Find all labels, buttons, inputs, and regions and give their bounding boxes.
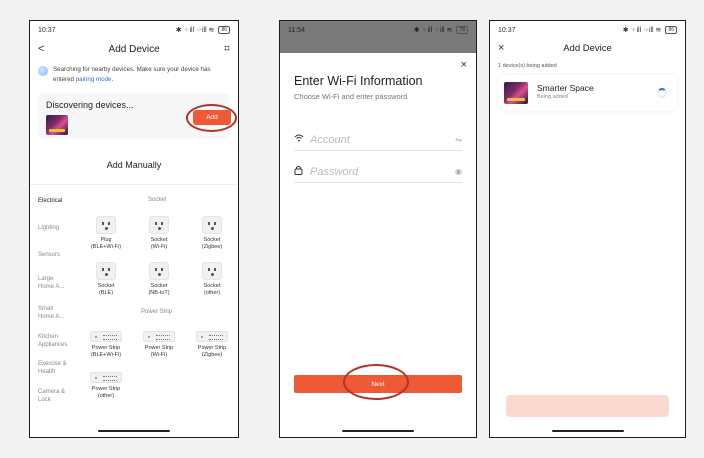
header: < Add Device ⌗ (30, 39, 238, 59)
close-icon[interactable]: × (461, 59, 467, 71)
socket-icon (149, 262, 169, 280)
sheet-title: Enter Wi-Fi Information (294, 74, 423, 88)
section-socket: Socket (148, 197, 167, 203)
pairing-mode-link[interactable]: pairing mode (76, 76, 112, 83)
phone-adding-device: 10:37 ✱ ⁘ill ⁘ill ≋ 86 × Add Device 1 de… (489, 20, 686, 438)
account-input[interactable] (310, 133, 456, 146)
product-plug-ble-wifi[interactable]: Plug (BLE+Wi-Fi) (81, 216, 131, 251)
power-strip-icon (143, 331, 175, 342)
power-strip-icon (90, 372, 122, 383)
phone-wifi-info: 11:54 ✱ ⁘ill ⁘ill ≋ 78 × Enter Wi-Fi Inf… (279, 20, 477, 438)
signal-icons: ✱ ⁘ill ⁘ill ≋ (622, 27, 662, 34)
password-input[interactable] (310, 165, 456, 178)
socket-icon (96, 216, 116, 234)
discovering-title: Discovering devices... (46, 100, 134, 110)
signal-icons: ✱ ⁘ill ⁘ill ≋ (175, 27, 215, 34)
wifi-sheet: × Enter Wi-Fi Information Choose Wi-Fi a… (280, 53, 476, 437)
device-thumbnail (504, 82, 528, 104)
lock-icon (294, 165, 310, 178)
page-title: Add Device (108, 43, 160, 55)
status-bar: 10:37 ✱ ⁘ill ⁘ill ≋ 86 (30, 21, 238, 39)
battery-icon: 86 (665, 26, 677, 34)
status-bar: 11:54 ✱ ⁘ill ⁘ill ≋ 78 (280, 21, 476, 39)
socket-icon (202, 216, 222, 234)
next-button[interactable]: Next (294, 375, 462, 393)
device-catalog: Electrical Lighting Sensors Large Home A… (30, 185, 238, 405)
add-button[interactable]: Add (193, 110, 231, 125)
product-socket-other[interactable]: Socket (other) (187, 262, 237, 297)
product-power-strip-other[interactable]: Power Strip (other) (81, 372, 131, 400)
page-title: Add Device (563, 42, 612, 54)
device-thumbnail (46, 115, 68, 135)
socket-icon (202, 262, 222, 280)
add-manually-title: Add Manually (106, 160, 162, 170)
section-power-strip: Power Strip (141, 309, 173, 315)
power-strip-icon (196, 331, 228, 342)
category-large-home-appliances[interactable]: Large Home A... (38, 275, 64, 291)
sheet-subtitle: Choose Wi-Fi and enter password (294, 92, 408, 101)
loading-spinner-icon (657, 88, 667, 98)
account-field: ⇋ (294, 129, 462, 151)
category-camera-lock[interactable]: Camera & Lock (38, 388, 65, 404)
device-card[interactable]: Smarter Space Being added (498, 75, 677, 111)
eye-icon[interactable]: ◉ (455, 167, 462, 176)
status-time: 10:37 (498, 26, 516, 34)
battery-icon: 86 (218, 26, 230, 34)
power-strip-icon (90, 331, 122, 342)
scan-note: Searching for nearby devices. Make sure … (30, 59, 238, 85)
product-socket-nb-iot[interactable]: Socket (NB-IoT) (134, 262, 184, 297)
category-electrical[interactable]: Electrical (38, 197, 62, 205)
category-sensors[interactable]: Sensors (38, 251, 60, 259)
status-time: 10:37 (38, 26, 56, 34)
back-icon[interactable]: < (38, 43, 44, 55)
product-socket-zigbee[interactable]: Socket (Zigbee) (187, 216, 237, 251)
product-power-strip-zigbee[interactable]: Power Strip (Zigbee) (187, 331, 237, 359)
discovering-card: Discovering devices... Add (38, 93, 237, 139)
category-kitchen-appliances[interactable]: Kitchen Appliances (38, 333, 67, 349)
battery-icon: 78 (456, 26, 468, 34)
socket-icon (149, 216, 169, 234)
phone-add-device: 10:37 ✱ ⁘ill ⁘ill ≋ 86 < Add Device ⌗ Se… (29, 20, 239, 438)
product-socket-wifi[interactable]: Socket (Wi-Fi) (134, 216, 184, 251)
wifi-icon (294, 134, 310, 145)
close-icon[interactable]: × (498, 42, 504, 54)
product-power-strip-wifi[interactable]: Power Strip (Wi-Fi) (134, 331, 184, 359)
switch-network-icon[interactable]: ⇋ (455, 135, 462, 144)
status-bar: 10:37 ✱ ⁘ill ⁘ill ≋ 86 (490, 21, 685, 39)
socket-icon (96, 262, 116, 280)
home-indicator (342, 430, 414, 432)
status-time: 11:54 (288, 26, 305, 34)
bulb-icon (38, 66, 48, 76)
home-indicator (551, 430, 624, 432)
devices-being-added-note: 1 device(s) being added (498, 63, 557, 69)
password-field: ◉ (294, 161, 462, 183)
signal-icons: ✱ ⁘ill ⁘ill ≋ (413, 27, 453, 34)
category-exercise-health[interactable]: Exercise & Health (38, 360, 67, 376)
category-lighting[interactable]: Lighting (38, 224, 59, 232)
header: × Add Device (490, 39, 685, 57)
device-status: Being added (537, 94, 568, 100)
scan-icon[interactable]: ⌗ (224, 43, 230, 56)
category-small-home-appliances[interactable]: Small Home A... (38, 305, 64, 321)
product-power-strip-ble-wifi[interactable]: Power Strip (BLE+Wi-Fi) (81, 331, 131, 359)
device-name: Smarter Space (537, 83, 594, 93)
home-indicator (98, 430, 170, 432)
done-button-disabled[interactable] (506, 395, 669, 417)
product-socket-ble[interactable]: Socket (BLE) (81, 262, 131, 297)
